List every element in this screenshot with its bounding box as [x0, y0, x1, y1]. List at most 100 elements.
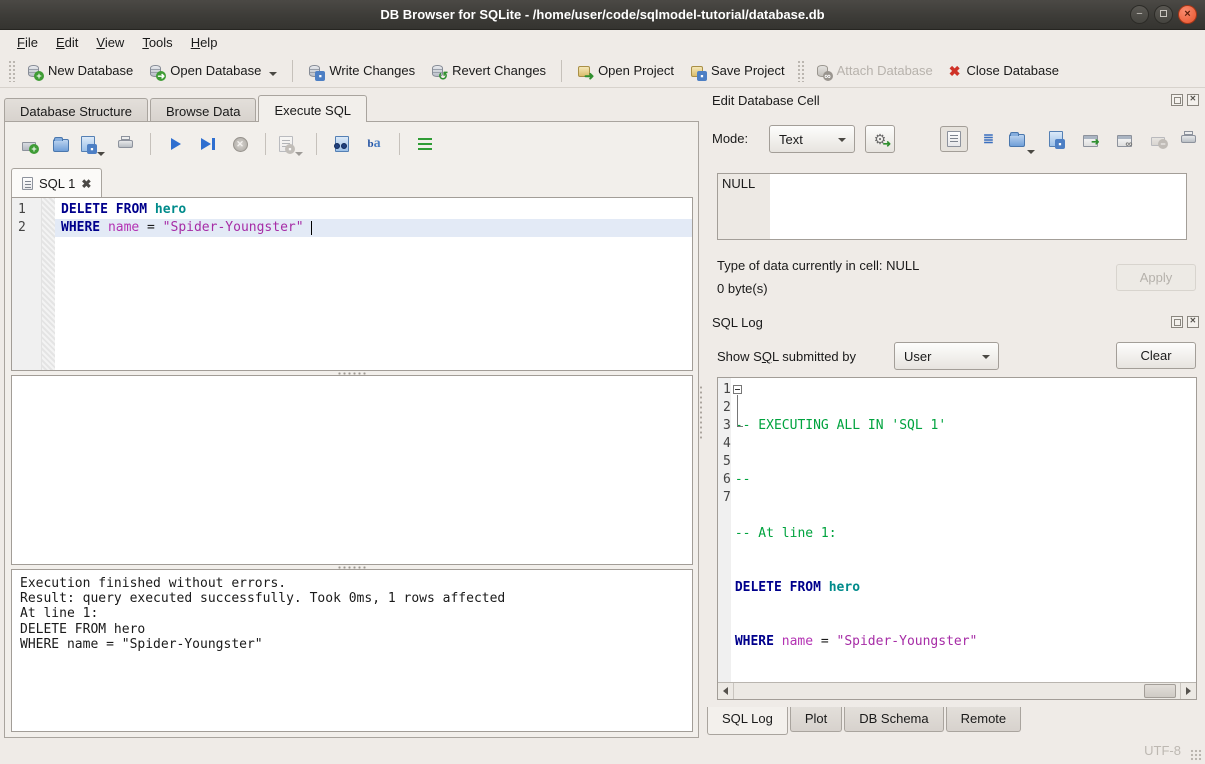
menu-file[interactable]: File	[8, 32, 47, 53]
save-project-button[interactable]: ▪ Save Project	[682, 59, 793, 83]
word-wrap-icon: ≣	[983, 131, 993, 147]
save-results-button: ▪	[277, 132, 305, 156]
attach-database-icon: ∞	[816, 63, 831, 79]
fold-collapse-icon[interactable]	[733, 385, 742, 394]
tab-database-structure[interactable]: Database Structure	[4, 98, 148, 122]
sql-1-tab[interactable]: SQL 1 ✖	[11, 168, 102, 198]
cell-value-editor[interactable]: NULL	[717, 173, 1187, 240]
editor-line-numbers: 1 2	[12, 198, 42, 370]
execute-line-icon	[201, 138, 211, 150]
code-line-2: WHEREname="Spider-Youngster"	[55, 219, 692, 237]
find-replace-button[interactable]: ba	[360, 132, 388, 156]
log-horizontal-scrollbar[interactable]	[718, 682, 1196, 699]
sql-toolbar: + ▪ ✕ ▪	[15, 130, 439, 158]
open-project-button[interactable]: ➜ Open Project	[569, 59, 682, 83]
maximize-button[interactable]	[1154, 5, 1173, 24]
close-database-button[interactable]: ✖ Close Database	[941, 59, 1067, 82]
sql-log-dock-header: SQL Log	[707, 314, 1201, 334]
write-changes-button[interactable]: ▪ Write Changes	[300, 59, 423, 83]
main-tab-bar: Database Structure Browse Data Execute S…	[4, 95, 369, 122]
apply-button: Apply	[1116, 264, 1196, 291]
filter-label: Show SQL submitted by	[717, 349, 856, 364]
auto-format-icon	[418, 138, 432, 150]
dock-tab-remote[interactable]: Remote	[946, 707, 1022, 732]
print-cell-button[interactable]	[1174, 126, 1202, 152]
results-grid[interactable]	[11, 375, 693, 565]
open-sql-file-icon	[53, 139, 69, 152]
execute-sql-pane: + ▪ ✕ ▪	[4, 121, 699, 738]
edit-cell-close-button[interactable]	[1187, 94, 1199, 106]
scroll-left-arrow[interactable]	[718, 683, 734, 699]
mode-label: Mode:	[712, 131, 748, 146]
save-sql-file-button[interactable]: ▪	[79, 132, 107, 156]
execution-message-pane[interactable]: Execution finished without errors. Resul…	[11, 569, 693, 732]
submitted-by-dropdown[interactable]: User	[894, 342, 999, 370]
text-mode-toggle[interactable]	[940, 126, 968, 152]
tab-browse-data[interactable]: Browse Data	[150, 98, 256, 122]
execute-all-button[interactable]	[162, 132, 190, 156]
encoding-indicator[interactable]: UTF-8	[1144, 743, 1181, 758]
sql-doc-icon	[22, 177, 33, 190]
sql-log-float-button[interactable]	[1171, 316, 1183, 328]
open-sql-file-button[interactable]	[47, 132, 75, 156]
maximize-icon	[1160, 10, 1167, 17]
dropdown-arrow-icon	[982, 355, 990, 359]
open-database-dropdown-icon[interactable]	[269, 72, 277, 76]
menu-bar: File Edit View Tools Help	[0, 30, 1205, 54]
auto-switch-mode-button[interactable]: ⚙➜	[865, 125, 895, 153]
import-data-button[interactable]	[1008, 126, 1036, 152]
resize-grip[interactable]	[1190, 749, 1202, 761]
menu-view[interactable]: View	[87, 32, 133, 53]
minimize-button[interactable]: −	[1130, 5, 1149, 24]
open-url-button[interactable]: ∞	[1110, 126, 1138, 152]
write-changes-icon: ▪	[308, 63, 323, 79]
toolbar-drag-handle-2[interactable]	[797, 60, 804, 82]
set-null-icon: −	[1151, 137, 1165, 146]
mode-dropdown[interactable]: Text	[769, 125, 855, 153]
cell-mode-row: Mode: Text ⚙➜ ≣ ▪ ➜ ∞	[712, 124, 1196, 154]
new-database-button[interactable]: + New Database	[19, 59, 141, 83]
new-sql-tab-button[interactable]: +	[15, 132, 43, 156]
close-database-icon: ✖	[949, 64, 961, 78]
tab-execute-sql[interactable]: Execute SQL	[258, 95, 367, 122]
auto-format-button[interactable]	[411, 132, 439, 156]
open-database-icon: ➜	[149, 63, 164, 79]
revert-changes-button[interactable]: ↺ Revert Changes	[423, 59, 554, 83]
word-wrap-button[interactable]: ≣	[974, 126, 1002, 152]
sql-log-view[interactable]: 1 2 3 4 5 6 7 -- EXECUTING ALL IN 'SQL 1…	[717, 377, 1197, 700]
sql-code-editor[interactable]: 1 2 DELETE FROMhero WHEREname="Spider-Yo…	[11, 197, 693, 371]
save-sql-dropdown-icon[interactable]	[97, 152, 105, 156]
execute-current-line-button[interactable]	[194, 132, 222, 156]
clear-log-button[interactable]: Clear	[1116, 342, 1196, 369]
dock-tab-plot[interactable]: Plot	[790, 707, 842, 732]
open-in-external-button[interactable]: ➜	[1076, 126, 1104, 152]
window-controls: − ×	[1130, 5, 1197, 24]
print-sql-button[interactable]	[111, 132, 139, 156]
log-code-area: -- EXECUTING ALL IN 'SQL 1' -- -- At lin…	[731, 378, 1196, 682]
menu-tools[interactable]: Tools	[133, 32, 181, 53]
menu-help[interactable]: Help	[182, 32, 227, 53]
scrollbar-thumb[interactable]	[1144, 684, 1176, 698]
find-button[interactable]	[328, 132, 356, 156]
sql-tab-close-icon[interactable]: ✖	[81, 177, 91, 191]
dock-tab-db-schema[interactable]: DB Schema	[844, 707, 943, 732]
edit-cell-float-button[interactable]	[1171, 94, 1183, 106]
import-file-icon	[1009, 134, 1025, 147]
bottom-dock-tab-bar: SQL Log Plot DB Schema Remote	[707, 707, 1023, 735]
sql-log-title: SQL Log	[712, 315, 763, 330]
toolbar-drag-handle[interactable]	[8, 60, 15, 82]
close-button[interactable]: ×	[1178, 5, 1197, 24]
panel-splitter[interactable]	[699, 385, 704, 440]
menu-edit[interactable]: Edit	[47, 32, 87, 53]
sql-log-close-button[interactable]	[1187, 316, 1199, 328]
title-bar: DB Browser for SQLite - /home/user/code/…	[0, 0, 1205, 30]
scroll-right-arrow[interactable]	[1180, 683, 1196, 699]
dock-tab-sql-log[interactable]: SQL Log	[707, 707, 788, 735]
open-project-icon: ➜	[577, 63, 592, 79]
external-window-icon: ➜	[1083, 135, 1098, 147]
sql-log-filter-row: Show SQL submitted by User Clear	[717, 342, 1197, 372]
open-database-button[interactable]: ➜ Open Database	[141, 59, 285, 83]
export-data-button[interactable]: ▪	[1042, 126, 1070, 152]
save-sql-file-icon: ▪	[81, 136, 95, 152]
editor-code-area[interactable]: DELETE FROMhero WHEREname="Spider-Youngs…	[55, 198, 692, 370]
